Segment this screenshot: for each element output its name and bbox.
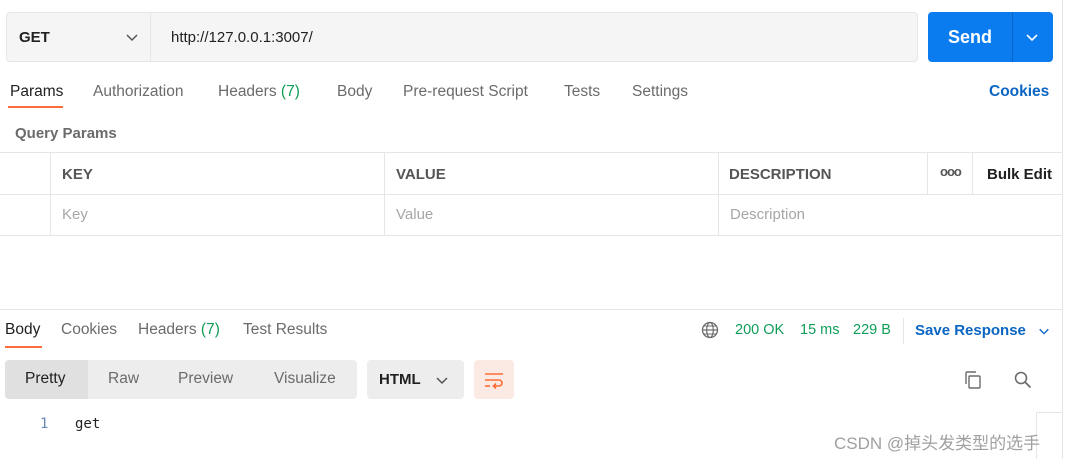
url-bar: GET http://127.0.0.1:3007/	[6, 12, 918, 62]
active-response-tab-underline	[5, 346, 42, 348]
watermark: CSDN @掉头发类型的选手	[834, 434, 1041, 453]
method-label: GET	[19, 29, 50, 46]
view-mode-visualize[interactable]: Visualize	[274, 370, 336, 388]
response-time[interactable]: 15 ms	[800, 322, 840, 338]
panel-right-border	[1062, 0, 1063, 459]
send-button[interactable]: Send	[928, 12, 1012, 62]
method-select[interactable]: GET	[7, 13, 151, 61]
status-code[interactable]: 200 OK	[735, 322, 784, 338]
headers-count: (7)	[280, 83, 300, 100]
column-divider	[50, 152, 51, 236]
column-divider	[718, 152, 719, 236]
more-options-icon[interactable]: ooo	[940, 164, 962, 179]
tab-label: Settings	[632, 83, 689, 100]
view-mode-raw[interactable]: Raw	[108, 370, 139, 388]
view-mode-pretty[interactable]: Pretty	[25, 370, 65, 388]
chevron-down-icon	[126, 34, 138, 42]
tab-headers[interactable]: Headers (7)	[218, 83, 300, 101]
format-label: HTML	[379, 371, 421, 388]
description-input[interactable]: Description	[730, 206, 805, 223]
query-params-title: Query Params	[15, 125, 117, 142]
column-header-key: KEY	[62, 166, 93, 183]
column-divider	[927, 152, 928, 194]
tab-body[interactable]: Body	[337, 83, 372, 101]
tab-tests[interactable]: Tests	[564, 83, 600, 101]
globe-icon[interactable]	[701, 321, 719, 339]
tab-authorization[interactable]: Authorization	[93, 83, 183, 101]
headers-count: (7)	[200, 321, 220, 338]
column-header-description: DESCRIPTION	[729, 166, 832, 183]
tab-label: Params	[10, 83, 64, 100]
tab-params[interactable]: Params	[10, 83, 63, 101]
view-mode-preview[interactable]: Preview	[178, 370, 233, 388]
tab-label: Cookies	[61, 321, 117, 338]
send-divider	[1012, 12, 1013, 62]
table-border-bottom	[0, 235, 1062, 236]
send-button-group: Send	[928, 12, 1053, 62]
response-tab-cookies[interactable]: Cookies	[61, 321, 117, 339]
status-divider	[903, 318, 904, 344]
tab-label: Pre-request Script	[403, 83, 528, 100]
column-header-value: VALUE	[396, 166, 446, 183]
copy-icon[interactable]	[963, 370, 983, 390]
key-input[interactable]: Key	[62, 206, 88, 223]
table-border-mid	[0, 194, 1062, 195]
tab-label: Test Results	[243, 321, 328, 338]
tab-pre-request-script[interactable]: Pre-request Script	[403, 83, 528, 101]
wrap-lines-icon	[485, 373, 503, 390]
tab-label: Tests	[564, 83, 601, 100]
line-number: 1	[40, 416, 49, 432]
tab-label: Body	[337, 83, 373, 100]
response-size[interactable]: 229 B	[853, 322, 891, 338]
format-select[interactable]: HTML	[367, 360, 464, 399]
response-tab-test-results[interactable]: Test Results	[243, 321, 327, 339]
tab-label: Headers	[218, 83, 277, 100]
active-tab-underline	[8, 106, 63, 108]
value-input[interactable]: Value	[396, 206, 433, 223]
response-tab-body[interactable]: Body	[5, 321, 40, 339]
save-response-button[interactable]: Save Response	[915, 322, 1050, 339]
column-divider	[972, 152, 973, 194]
chevron-down-icon	[436, 377, 448, 385]
save-response-label: Save Response	[915, 322, 1026, 339]
tab-label: Headers	[138, 321, 197, 338]
chevron-down-icon[interactable]	[1025, 30, 1039, 44]
wrap-lines-button[interactable]	[474, 360, 514, 399]
tab-settings[interactable]: Settings	[632, 83, 688, 101]
tab-label: Body	[5, 321, 41, 338]
url-input[interactable]: http://127.0.0.1:3007/	[171, 29, 313, 46]
column-divider	[384, 152, 385, 236]
search-icon[interactable]	[1013, 370, 1033, 390]
response-tab-headers[interactable]: Headers (7)	[138, 321, 220, 339]
bulk-edit-button[interactable]: Bulk Edit	[987, 166, 1052, 183]
cookies-link[interactable]: Cookies	[989, 83, 1049, 101]
table-border-top	[0, 152, 1062, 153]
view-mode-toggle: Pretty Raw Preview Visualize	[5, 360, 357, 399]
tab-label: Authorization	[93, 83, 184, 100]
chevron-down-icon	[1039, 328, 1049, 335]
response-divider	[0, 309, 1062, 310]
response-body-line: get	[75, 416, 101, 432]
